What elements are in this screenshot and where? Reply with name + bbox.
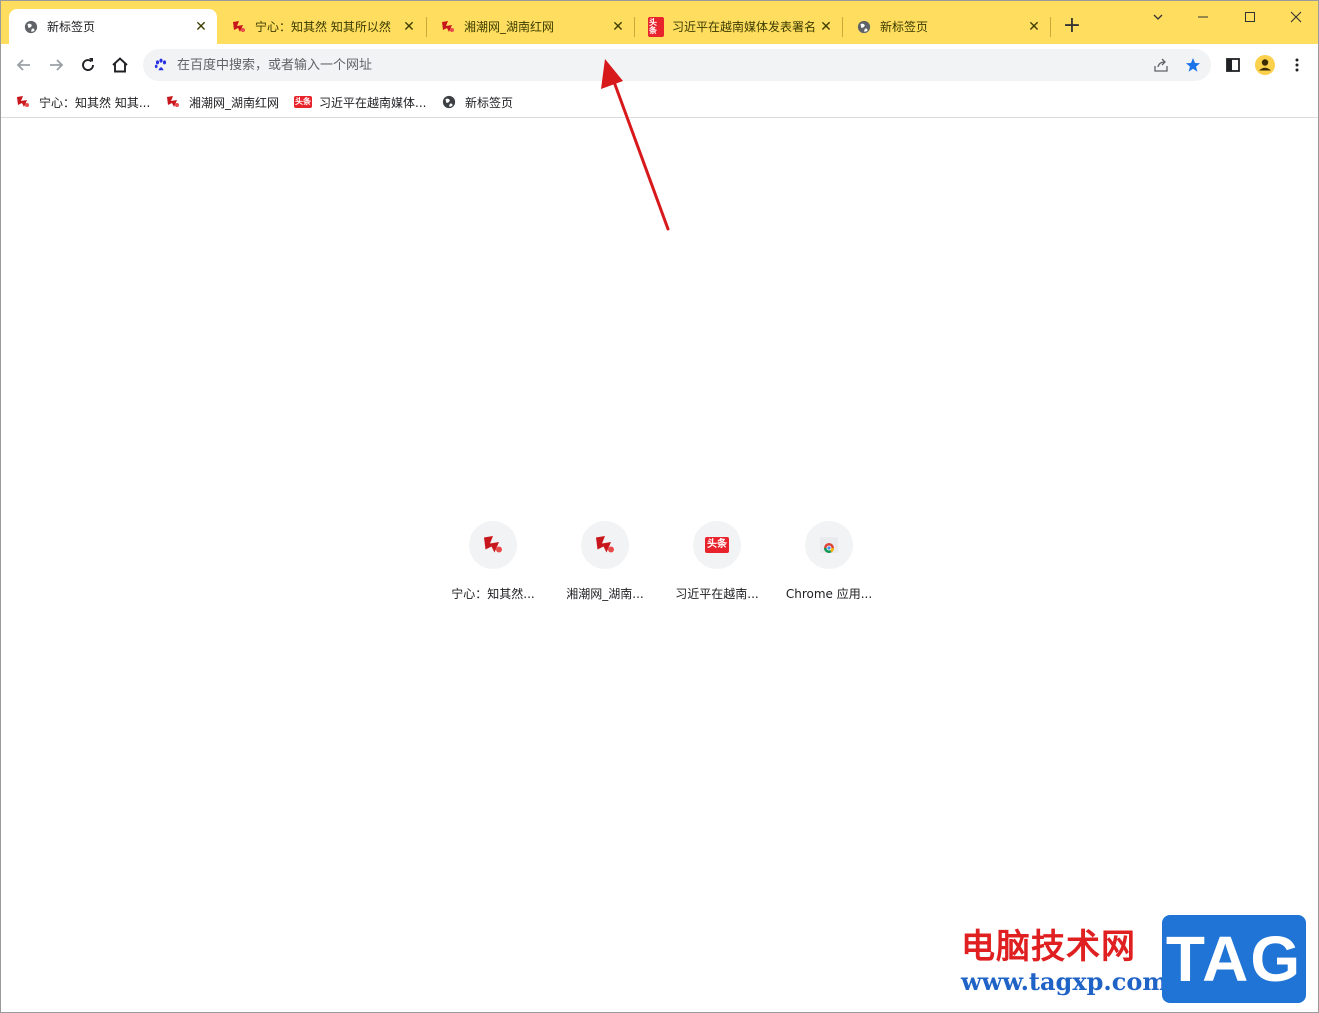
globe-icon bbox=[441, 94, 457, 110]
baidu-paw-icon bbox=[153, 57, 169, 73]
chrome-apps-icon bbox=[820, 537, 838, 553]
bookmark-label: 宁心：知其然 知其... bbox=[39, 95, 151, 110]
tab-close-icon[interactable]: ✕ bbox=[818, 19, 834, 35]
watermark-title: 电脑技术网 bbox=[961, 927, 1136, 967]
rednet-icon bbox=[15, 94, 31, 110]
new-tab-button[interactable]: + bbox=[1061, 15, 1083, 37]
tab-xijinping[interactable]: 头条 习近平在越南媒体发表署名 ✕ bbox=[634, 9, 842, 44]
tab-close-icon[interactable]: ✕ bbox=[401, 19, 417, 35]
shortcut-label: Chrome 应用... bbox=[785, 587, 873, 601]
shortcut-label: 习近平在越南... bbox=[675, 587, 759, 601]
reload-button[interactable] bbox=[76, 53, 100, 77]
side-panel-icon bbox=[1226, 58, 1240, 72]
shortcut-icon-circle bbox=[469, 521, 517, 569]
toolbar bbox=[1, 44, 1318, 86]
toutiao-icon: 头条 bbox=[705, 537, 729, 553]
shortcut-tile[interactable]: 头条 习近平在越南... bbox=[661, 521, 773, 611]
reload-icon bbox=[82, 58, 94, 71]
share-icon bbox=[1154, 58, 1168, 72]
shortcut-icon-circle bbox=[805, 521, 853, 569]
home-icon bbox=[112, 57, 128, 73]
shortcut-tile[interactable]: 湘潮网_湖南... bbox=[549, 521, 661, 611]
tab-title: 湘潮网_湖南红网 bbox=[464, 20, 555, 34]
bookmark-star-button[interactable] bbox=[1183, 55, 1203, 75]
shortcut-icon-circle: 头条 bbox=[693, 521, 741, 569]
arrow-left-icon bbox=[16, 59, 30, 71]
shortcut-label: 湘潮网_湖南... bbox=[566, 587, 644, 601]
minimize-icon bbox=[1198, 16, 1208, 18]
bookmark-item[interactable]: 宁心：知其然 知其... bbox=[15, 92, 150, 112]
annotation-arrow bbox=[601, 59, 670, 231]
maximize-icon bbox=[1245, 12, 1255, 22]
tab-new-tab-active[interactable]: 新标签页 ✕ bbox=[9, 9, 217, 44]
profile-button[interactable] bbox=[1253, 53, 1277, 77]
rednet-icon bbox=[484, 536, 502, 553]
tab-title: 习近平在越南媒体发表署名 bbox=[672, 20, 817, 34]
home-button[interactable] bbox=[108, 53, 132, 77]
shortcut-label: 宁心：知其然... bbox=[451, 587, 535, 601]
bookmark-item[interactable]: 新标签页 bbox=[441, 92, 513, 112]
tab-xiangchao[interactable]: 湘潮网_湖南红网 ✕ bbox=[426, 9, 634, 44]
rednet-icon bbox=[231, 19, 247, 35]
browser-window: 新标签页 ✕ 宁心：知其然 知其所以然 ✕ 湘潮网_湖南红网 ✕ 头条 习近平在… bbox=[0, 0, 1319, 1013]
arrow-right-icon bbox=[50, 59, 64, 71]
bookmark-label: 新标签页 bbox=[465, 95, 514, 110]
tab-close-icon[interactable]: ✕ bbox=[1026, 19, 1042, 35]
maximize-button[interactable] bbox=[1238, 7, 1262, 27]
minimize-button[interactable] bbox=[1191, 7, 1215, 27]
tab-strip: 新标签页 ✕ 宁心：知其然 知其所以然 ✕ 湘潮网_湖南红网 ✕ 头条 习近平在… bbox=[1, 1, 1318, 44]
menu-button[interactable] bbox=[1285, 53, 1309, 77]
shortcut-tile[interactable]: 宁心：知其然... bbox=[437, 521, 549, 611]
tab-title: 新标签页 bbox=[880, 20, 929, 34]
tab-new-tab[interactable]: 新标签页 ✕ bbox=[842, 9, 1050, 44]
globe-icon bbox=[856, 19, 872, 35]
chevron-down-icon bbox=[1153, 14, 1163, 20]
rednet-icon bbox=[440, 19, 456, 35]
tab-title: 新标签页 bbox=[47, 20, 96, 34]
share-button[interactable] bbox=[1151, 55, 1171, 75]
more-vert-icon bbox=[1295, 58, 1299, 72]
bookmark-label: 湘潮网_湖南红网 bbox=[189, 95, 280, 110]
star-icon bbox=[1186, 58, 1200, 72]
forward-button[interactable] bbox=[44, 53, 68, 77]
side-panel-button[interactable] bbox=[1221, 53, 1245, 77]
rednet-icon bbox=[596, 536, 614, 553]
address-bar[interactable] bbox=[143, 49, 1211, 81]
back-button[interactable] bbox=[12, 53, 36, 77]
shortcut-icon-circle bbox=[581, 521, 629, 569]
bookmark-label: 习近平在越南媒体... bbox=[319, 95, 427, 110]
bookmark-item[interactable]: 头条 习近平在越南媒体... bbox=[294, 92, 427, 112]
rednet-icon bbox=[165, 94, 181, 110]
tab-close-icon[interactable]: ✕ bbox=[610, 19, 626, 35]
shortcut-tile[interactable]: Chrome 应用... bbox=[773, 521, 885, 611]
toutiao-icon: 头条 bbox=[294, 96, 312, 108]
globe-icon bbox=[23, 19, 39, 35]
bookmark-item[interactable]: 湘潮网_湖南红网 bbox=[165, 92, 279, 112]
close-icon bbox=[1290, 11, 1302, 23]
tab-separator bbox=[1050, 17, 1051, 37]
close-window-button[interactable] bbox=[1284, 7, 1308, 27]
watermark-url: www.tagxp.com bbox=[961, 967, 1168, 996]
tab-close-icon[interactable]: ✕ bbox=[193, 19, 209, 35]
toutiao-icon: 头条 bbox=[648, 16, 664, 37]
tab-ningxin[interactable]: 宁心：知其然 知其所以然 ✕ bbox=[217, 9, 425, 44]
tab-search-button[interactable] bbox=[1146, 7, 1170, 27]
avatar-icon bbox=[1255, 55, 1275, 75]
bookmarks-bar: 宁心：知其然 知其... 湘潮网_湖南红网 头条 习近平在越南媒体... 新标签… bbox=[1, 86, 1318, 118]
address-input[interactable] bbox=[177, 57, 1077, 73]
tab-title: 宁心：知其然 知其所以然 bbox=[255, 20, 391, 34]
watermark-logo: TAG bbox=[1162, 915, 1306, 1003]
